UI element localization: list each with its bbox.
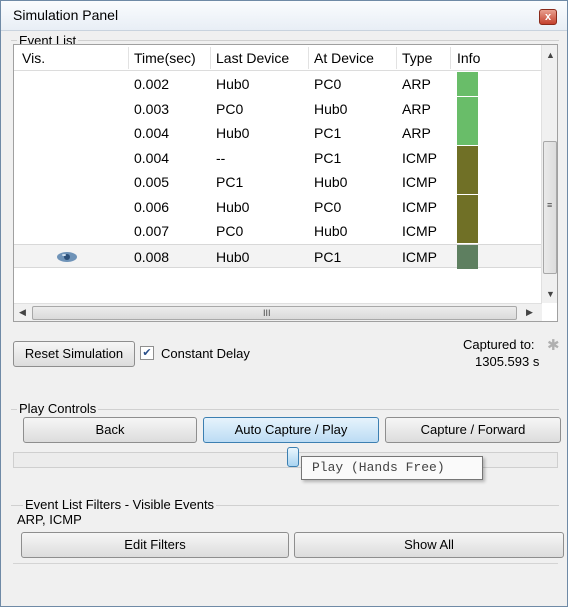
auto-capture-play-button[interactable]: Auto Capture / Play — [203, 417, 379, 443]
cell-last-device: -- — [216, 149, 226, 166]
cell-type: ICMP — [402, 174, 437, 190]
info-color-swatch[interactable] — [457, 194, 478, 219]
close-button[interactable]: x — [539, 9, 557, 25]
table-row[interactable]: 0.002 Hub0 PC0 ARP — [14, 72, 542, 96]
col-type[interactable]: Type — [402, 50, 432, 66]
info-color-swatch[interactable] — [457, 96, 478, 121]
cell-at-device: PC1 — [314, 248, 342, 265]
table-row[interactable]: 0.008 Hub0 PC1 ICMP — [14, 243, 542, 269]
col-divider — [308, 47, 309, 69]
simulation-panel-window: Simulation Panel x Event List Vis. Time(… — [0, 0, 568, 607]
col-divider — [450, 47, 451, 69]
grip-icon: ≡ — [547, 200, 553, 210]
filters-value: ARP, ICMP — [17, 512, 82, 527]
captured-to-value: 1305.593 s — [475, 354, 540, 369]
cell-time: 0.007 — [134, 223, 170, 239]
col-vis[interactable]: Vis. — [22, 50, 45, 66]
info-color-swatch[interactable] — [457, 121, 478, 145]
cell-last-device: PC0 — [216, 100, 244, 117]
col-info[interactable]: Info — [457, 50, 480, 66]
constant-delay-label: Constant Delay — [161, 346, 250, 361]
col-time[interactable]: Time(sec) — [134, 50, 196, 66]
cell-time: 0.004 — [134, 125, 170, 141]
cell-last-device: PC0 — [216, 223, 244, 239]
info-color-swatch[interactable] — [457, 72, 478, 96]
table-row[interactable]: 0.003 PC0 Hub0 ARP — [14, 96, 542, 121]
play-controls-label: Play Controls — [17, 401, 99, 416]
event-table: Vis. Time(sec) Last Device At Device Typ… — [13, 44, 558, 322]
table-header: Vis. Time(sec) Last Device At Device Typ… — [14, 45, 542, 71]
captured-to-label: Captured to: — [463, 337, 535, 352]
cell-at-device: PC0 — [314, 198, 342, 215]
edit-filters-button[interactable]: Edit Filters — [21, 532, 289, 558]
vertical-scroll-thumb[interactable]: ≡ — [543, 141, 557, 274]
eye-icon[interactable] — [56, 251, 78, 263]
info-color-swatch[interactable] — [457, 145, 478, 170]
cell-at-device: PC0 — [314, 76, 342, 92]
cell-last-device: Hub0 — [216, 248, 250, 265]
info-color-swatch[interactable] — [457, 244, 478, 269]
info-color-swatch[interactable] — [457, 219, 478, 243]
show-all-button[interactable]: Show All — [294, 532, 564, 558]
cell-last-device: Hub0 — [216, 125, 250, 141]
horizontal-scroll-thumb[interactable]: III — [32, 306, 517, 320]
cell-type: ICMP — [402, 198, 437, 215]
cell-at-device: PC1 — [314, 149, 342, 166]
cell-type: ARP — [402, 125, 431, 141]
col-at-device[interactable]: At Device — [314, 50, 374, 66]
table-row[interactable]: 0.004 Hub0 PC1 ARP — [14, 121, 542, 145]
window-title: Simulation Panel — [13, 7, 119, 23]
col-divider — [128, 47, 129, 69]
col-last-device[interactable]: Last Device — [216, 50, 289, 66]
cell-at-device: Hub0 — [314, 100, 348, 117]
cell-at-device: Hub0 — [314, 223, 348, 239]
cell-last-device: Hub0 — [216, 198, 250, 215]
event-list-group: Event List — [11, 33, 559, 48]
asterisk-icon: ✱ — [547, 337, 560, 354]
cell-type: ARP — [402, 76, 431, 92]
play-speed-slider-thumb[interactable] — [287, 447, 299, 467]
cell-time: 0.006 — [134, 198, 170, 215]
scroll-up-arrow-icon[interactable]: ▲ — [546, 50, 555, 60]
cell-time: 0.008 — [134, 248, 170, 265]
cell-at-device: PC1 — [314, 125, 342, 141]
table-row[interactable]: 0.004 -- PC1 ICMP — [14, 145, 542, 170]
cell-at-device: Hub0 — [314, 174, 348, 190]
cell-time: 0.004 — [134, 149, 170, 166]
cell-type: ARP — [402, 100, 431, 117]
col-divider — [210, 47, 211, 69]
cell-last-device: PC1 — [216, 174, 244, 190]
table-row[interactable]: 0.007 PC0 Hub0 ICMP — [14, 219, 542, 243]
cell-last-device: Hub0 — [216, 76, 250, 92]
filters-label: Event List Filters - Visible Events — [23, 497, 217, 512]
back-button[interactable]: Back — [23, 417, 197, 443]
col-divider — [396, 47, 397, 69]
constant-delay-checkbox[interactable]: ✔ — [140, 346, 154, 360]
info-color-swatch[interactable] — [457, 170, 478, 194]
cell-type: ICMP — [402, 248, 437, 265]
horizontal-scrollbar[interactable]: ◀ III ▶ — [14, 303, 542, 321]
capture-forward-button[interactable]: Capture / Forward — [385, 417, 561, 443]
cell-type: ICMP — [402, 223, 437, 239]
bottom-panel — [13, 563, 558, 583]
scroll-left-arrow-icon[interactable]: ◀ — [19, 307, 26, 318]
title-bar[interactable]: Simulation Panel x — [1, 1, 567, 31]
grip-icon: III — [263, 308, 271, 318]
play-controls-group: Play Controls — [11, 401, 559, 416]
cell-time: 0.005 — [134, 174, 170, 190]
table-row[interactable]: 0.005 PC1 Hub0 ICMP — [14, 170, 542, 194]
scroll-right-arrow-icon[interactable]: ▶ — [526, 307, 533, 318]
scroll-down-arrow-icon[interactable]: ▼ — [546, 289, 555, 299]
reset-simulation-button[interactable]: Reset Simulation — [13, 341, 135, 367]
cell-type: ICMP — [402, 149, 437, 166]
vertical-scrollbar[interactable]: ▲ ≡ ▼ — [541, 45, 557, 303]
table-row[interactable]: 0.006 Hub0 PC0 ICMP — [14, 194, 542, 219]
cell-time: 0.003 — [134, 100, 170, 117]
filters-group: Event List Filters - Visible Events — [11, 497, 559, 512]
tooltip: Play (Hands Free) — [301, 456, 483, 480]
cell-time: 0.002 — [134, 76, 170, 92]
